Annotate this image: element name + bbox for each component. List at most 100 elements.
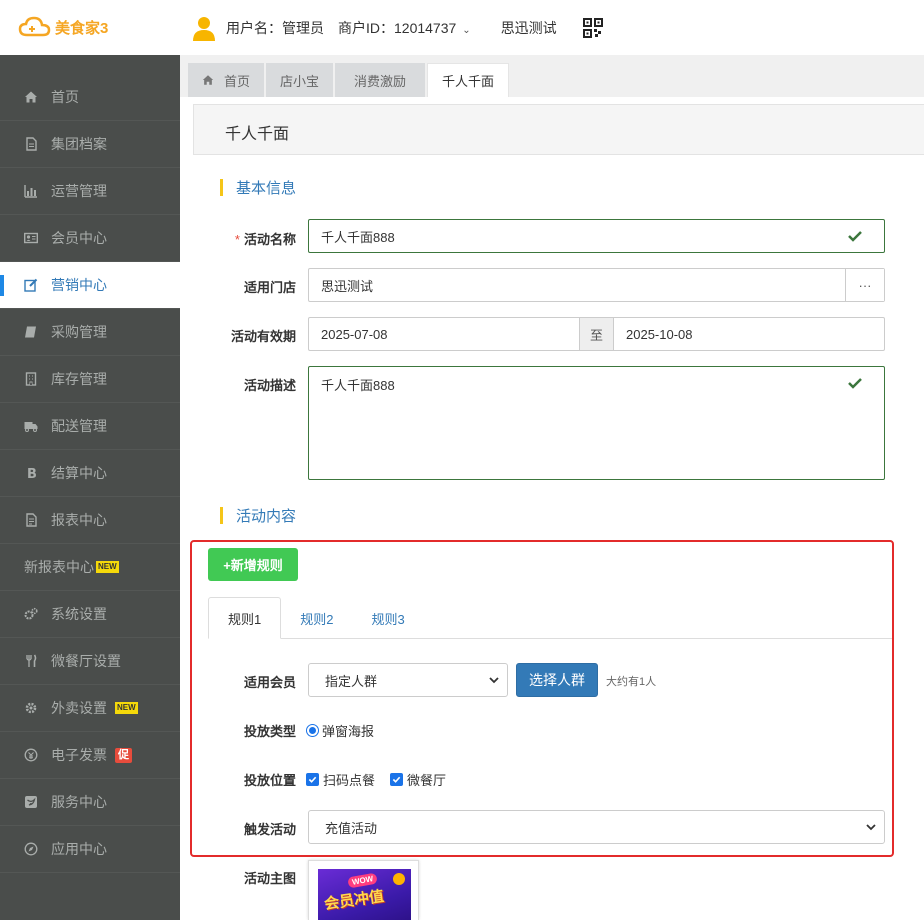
select-crowd-button[interactable]: 选择人群 xyxy=(516,663,598,697)
date-range-separator: 至 xyxy=(579,317,614,351)
sidebar-item-new-reports[interactable]: 新报表中心 NEW xyxy=(0,544,180,591)
logo-text: 美食家3 xyxy=(55,19,109,37)
bar-chart-icon xyxy=(24,184,38,198)
user-avatar-icon xyxy=(193,17,215,41)
sidebar-item-service-center[interactable]: 服务中心 xyxy=(0,779,180,826)
sidebar-item-e-invoice[interactable]: 电子发票 促 xyxy=(0,732,180,779)
tab-rule-2[interactable]: 规则2 xyxy=(281,597,352,639)
sidebar-item-system-settings[interactable]: 系统设置 xyxy=(0,591,180,638)
invoice-icon xyxy=(24,748,38,762)
sidebar-item-inventory[interactable]: 库存管理 xyxy=(0,356,180,403)
popup-poster-radio[interactable]: 弹窗海报 xyxy=(306,721,374,740)
sidebar-item-marketing[interactable]: 营销中心 xyxy=(0,262,180,309)
sidebar-item-operations[interactable]: 运营管理 xyxy=(0,168,180,215)
truck-icon xyxy=(24,419,38,433)
checkbox-checked-icon xyxy=(306,773,319,786)
validity-label: 活动有效期 xyxy=(196,326,296,345)
gears-icon xyxy=(24,607,38,621)
chevron-down-icon xyxy=(489,677,499,684)
poster-decoration xyxy=(393,873,405,885)
sidebar-item-label: 微餐厅设置 xyxy=(51,653,121,669)
label-text: 投放位置 xyxy=(243,773,296,788)
sidebar-item-label: 首页 xyxy=(51,89,79,105)
user-info: 用户名：管理员 商户ID：12014737 ⌄ 思迅测试 xyxy=(192,14,603,42)
book-icon xyxy=(24,325,38,339)
sidebar-item-group-archive[interactable]: 集团档案 xyxy=(0,121,180,168)
member-select[interactable]: 指定人群 xyxy=(308,663,508,697)
option-label: 扫码点餐 xyxy=(323,773,376,788)
sidebar-item-label: 营销中心 xyxy=(51,277,107,293)
trigger-activity-label: 触发活动 xyxy=(196,819,296,838)
tab-label: 店小宝 xyxy=(280,73,320,89)
service-icon xyxy=(24,795,38,809)
report-icon xyxy=(24,513,38,527)
logo[interactable]: 美食家3 xyxy=(18,15,108,39)
sidebar-item-label: 库存管理 xyxy=(51,371,107,387)
trigger-activity-select[interactable]: 充值活动 xyxy=(308,810,885,844)
sidebar-item-label: 配送管理 xyxy=(51,418,107,434)
tab-rule-1[interactable]: 规则1 xyxy=(208,597,282,639)
poster-title-text: 会员冲值 xyxy=(323,887,386,914)
sidebar-item-label: 系统设置 xyxy=(51,606,107,622)
sidebar-item-delivery[interactable]: 配送管理 xyxy=(0,403,180,450)
store-input[interactable]: 思迅测试 ··· xyxy=(308,268,885,302)
compass-icon xyxy=(24,842,38,856)
qr-code-icon[interactable] xyxy=(582,18,603,38)
check-icon xyxy=(848,231,862,242)
sidebar-item-members[interactable]: 会员中心 xyxy=(0,215,180,262)
description-textarea[interactable]: 千人千面888 xyxy=(308,366,885,480)
tab-home[interactable]: 首页 xyxy=(188,63,265,97)
crowd-size-hint: 大约有1人 xyxy=(606,676,657,688)
cloud-logo-icon xyxy=(18,16,51,37)
scan-order-checkbox[interactable]: 扫码点餐 xyxy=(306,770,375,789)
add-rule-button[interactable]: +新增规则 xyxy=(208,548,298,581)
bitcoin-icon: B xyxy=(24,466,38,480)
new-badge: NEW xyxy=(96,561,119,573)
label-text: 触发活动 xyxy=(243,822,296,837)
required-mark: * xyxy=(234,232,240,247)
input-value: 千人千面888 xyxy=(321,378,395,393)
chevron-down-icon: ⌄ xyxy=(462,25,471,36)
page-tabs: 首页 店小宝 消费激励 千人千面 xyxy=(188,63,511,97)
tab-consumption-incentive[interactable]: 消费激励 xyxy=(335,63,426,97)
sidebar-item-label: 会员中心 xyxy=(51,230,107,246)
tab-rule-3[interactable]: 规则3 xyxy=(352,597,423,639)
sidebar-item-label: 外卖设置 xyxy=(51,700,107,716)
section-title-content: 活动内容 xyxy=(220,505,296,526)
page-header: 千人千面 xyxy=(193,104,924,155)
sidebar-item-home[interactable]: 首页 xyxy=(0,74,180,121)
start-date-input[interactable]: 2025-07-08 xyxy=(308,317,580,351)
sidebar-item-micro-restaurant[interactable]: 微餐厅设置 xyxy=(0,638,180,685)
label-text: 活动有效期 xyxy=(230,329,296,344)
sidebar-item-settlement[interactable]: B 结算中心 xyxy=(0,450,180,497)
building-icon xyxy=(24,372,38,386)
rule-tabs: 规则1 规则2 规则3 xyxy=(208,597,424,639)
store-picker-button[interactable]: ··· xyxy=(845,269,884,301)
sidebar-item-reports[interactable]: 报表中心 xyxy=(0,497,180,544)
tab-label: 千人千面 xyxy=(442,74,495,89)
check-icon xyxy=(848,378,862,389)
sidebar-item-label: 采购管理 xyxy=(51,324,107,340)
option-label: 微餐厅 xyxy=(407,773,447,788)
sidebar-item-purchase[interactable]: 采购管理 xyxy=(0,309,180,356)
description-label: 活动描述 xyxy=(196,375,296,394)
tab-personalization[interactable]: 千人千面 xyxy=(427,63,510,97)
sidebar-item-label: 运营管理 xyxy=(51,183,107,199)
gear-icon xyxy=(24,701,38,715)
ellipsis-icon: ··· xyxy=(858,277,872,293)
store-name: 思迅测试 xyxy=(500,20,557,36)
end-date-input[interactable]: 2025-10-08 xyxy=(613,317,885,351)
new-badge: NEW xyxy=(115,702,138,714)
sidebar-item-takeout-settings[interactable]: 外卖设置 NEW xyxy=(0,685,180,732)
merchant-dropdown[interactable]: 商户ID：12014737 ⌄ xyxy=(338,18,475,38)
micro-restaurant-checkbox[interactable]: 微餐厅 xyxy=(390,770,446,789)
sidebar-item-label: 集团档案 xyxy=(51,136,107,152)
sidebar-item-label: 结算中心 xyxy=(51,465,107,481)
sidebar-item-app-center[interactable]: 应用中心 xyxy=(0,826,180,873)
tab-dianxiaobao[interactable]: 店小宝 xyxy=(266,63,334,97)
sidebar-item-label: 报表中心 xyxy=(51,512,107,528)
activity-name-label: * 活动名称 xyxy=(196,229,296,248)
page-title: 千人千面 xyxy=(225,126,290,143)
main-image-upload[interactable]: WOW 会员冲值 xyxy=(308,860,419,920)
activity-name-input[interactable]: 千人千面888 xyxy=(308,219,885,253)
